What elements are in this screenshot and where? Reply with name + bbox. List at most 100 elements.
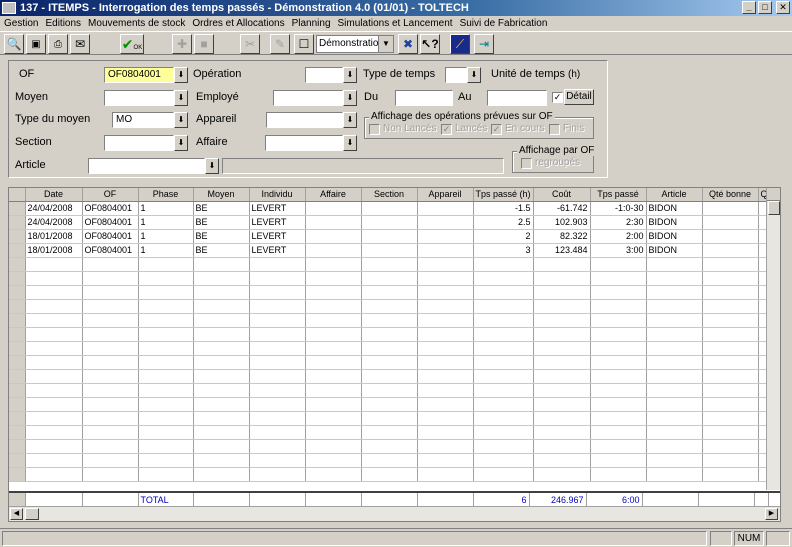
table-cell[interactable]	[590, 467, 647, 482]
table-cell[interactable]	[417, 327, 474, 342]
table-cell[interactable]	[249, 285, 306, 300]
table-row[interactable]	[9, 313, 778, 328]
table-cell[interactable]: 102.903	[533, 215, 591, 230]
table-cell[interactable]	[249, 313, 306, 328]
table-cell[interactable]	[646, 411, 703, 426]
table-cell[interactable]	[473, 299, 534, 314]
table-cell[interactable]	[533, 327, 591, 342]
table-cell[interactable]	[590, 369, 647, 384]
table-cell[interactable]	[646, 397, 703, 412]
table-cell[interactable]	[417, 467, 474, 482]
column-header-article[interactable]: Article	[646, 188, 703, 202]
row-indicator[interactable]	[9, 271, 26, 286]
table-cell[interactable]: 24/04/2008	[25, 201, 83, 216]
row-indicator[interactable]	[9, 201, 26, 216]
section-field[interactable]	[104, 135, 174, 151]
table-cell[interactable]	[249, 439, 306, 454]
column-header-individu[interactable]: Individu	[249, 188, 306, 202]
table-cell[interactable]	[138, 425, 194, 440]
type-temps-field[interactable]	[445, 67, 467, 83]
table-cell[interactable]	[193, 453, 250, 468]
table-cell[interactable]	[702, 369, 759, 384]
table-cell[interactable]	[25, 453, 83, 468]
table-cell[interactable]	[82, 467, 139, 482]
table-cell[interactable]	[533, 355, 591, 370]
table-cell[interactable]: 1	[138, 215, 194, 230]
table-cell[interactable]: 1	[138, 243, 194, 258]
table-cell[interactable]	[702, 425, 759, 440]
table-cell[interactable]	[305, 313, 362, 328]
table-cell[interactable]	[138, 453, 194, 468]
table-cell[interactable]	[473, 257, 534, 272]
menu-gestion[interactable]: Gestion	[4, 18, 38, 29]
column-header-of[interactable]: OF	[82, 188, 139, 202]
table-cell[interactable]	[361, 327, 418, 342]
table-cell[interactable]	[82, 341, 139, 356]
database-select[interactable]: Démonstration 4 ▼	[316, 35, 394, 53]
table-cell[interactable]	[702, 215, 759, 230]
du-field[interactable]	[395, 90, 453, 106]
add-button[interactable]: ✚	[172, 34, 192, 54]
table-cell[interactable]	[646, 453, 703, 468]
table-cell[interactable]	[249, 257, 306, 272]
table-cell[interactable]	[417, 313, 474, 328]
table-cell[interactable]	[473, 327, 534, 342]
table-cell[interactable]	[417, 397, 474, 412]
dropdown-arrow-icon[interactable]: ▼	[378, 36, 393, 52]
table-cell[interactable]	[25, 383, 83, 398]
table-cell[interactable]	[138, 411, 194, 426]
preview-button[interactable]: 🔍	[4, 34, 24, 54]
table-cell[interactable]	[193, 411, 250, 426]
maximize-button[interactable]: □	[758, 1, 772, 14]
table-row[interactable]	[9, 285, 778, 300]
column-header-qte-bonne[interactable]: Qté bonne	[702, 188, 759, 202]
row-indicator[interactable]	[9, 285, 26, 300]
table-cell[interactable]	[193, 285, 250, 300]
table-cell[interactable]	[533, 397, 591, 412]
table-cell[interactable]	[25, 467, 83, 482]
table-cell[interactable]	[417, 439, 474, 454]
employe-dropdown[interactable]: ⬇	[343, 90, 357, 106]
table-cell[interactable]: 18/01/2008	[25, 243, 83, 258]
type-temps-dropdown[interactable]: ⬇	[467, 67, 481, 83]
table-cell[interactable]	[82, 383, 139, 398]
table-row[interactable]	[9, 397, 778, 412]
table-cell[interactable]	[590, 383, 647, 398]
table-cell[interactable]	[138, 327, 194, 342]
table-cell[interactable]	[473, 467, 534, 482]
table-cell[interactable]: 18/01/2008	[25, 229, 83, 244]
table-cell[interactable]	[417, 341, 474, 356]
column-header-tps-passe-h[interactable]: Tps passé (h)	[473, 188, 534, 202]
table-row[interactable]	[9, 383, 778, 398]
table-cell[interactable]	[646, 355, 703, 370]
table-cell[interactable]	[25, 411, 83, 426]
regroupes-checkbox[interactable]	[521, 158, 532, 169]
of-field[interactable]: OF0804001	[104, 67, 174, 83]
table-cell[interactable]: BIDON	[646, 215, 703, 230]
operation-field[interactable]	[305, 67, 343, 83]
row-indicator[interactable]	[9, 383, 26, 398]
table-cell[interactable]	[702, 201, 759, 216]
table-cell[interactable]: BE	[193, 229, 250, 244]
table-cell[interactable]	[533, 467, 591, 482]
column-header-section[interactable]: Section	[361, 188, 418, 202]
table-cell[interactable]	[590, 271, 647, 286]
table-cell[interactable]	[82, 313, 139, 328]
row-indicator[interactable]	[9, 425, 26, 440]
table-cell[interactable]: OF0804001	[82, 243, 139, 258]
table-cell[interactable]	[193, 439, 250, 454]
table-cell[interactable]	[25, 285, 83, 300]
row-indicator[interactable]	[9, 467, 26, 482]
table-cell[interactable]	[193, 425, 250, 440]
table-cell[interactable]: OF0804001	[82, 229, 139, 244]
table-cell[interactable]	[361, 397, 418, 412]
table-cell[interactable]	[138, 257, 194, 272]
table-cell[interactable]	[533, 257, 591, 272]
table-cell[interactable]: BE	[193, 215, 250, 230]
table-cell[interactable]	[361, 257, 418, 272]
table-cell[interactable]	[590, 257, 647, 272]
table-cell[interactable]	[702, 299, 759, 314]
table-cell[interactable]	[361, 355, 418, 370]
table-cell[interactable]	[473, 383, 534, 398]
table-cell[interactable]	[305, 369, 362, 384]
